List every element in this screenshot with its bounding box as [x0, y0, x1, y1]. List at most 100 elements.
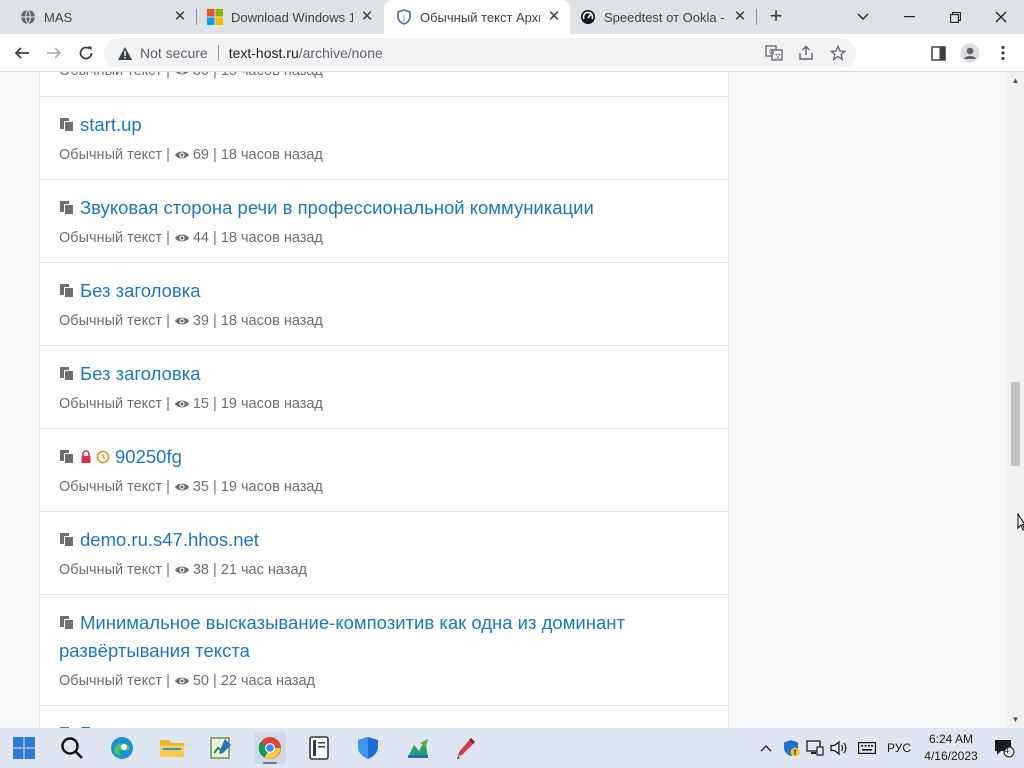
translate-icon[interactable]: G文 [764, 43, 784, 63]
paste-age: 18 часов назад [220, 230, 323, 246]
paste-age: 18 часов назад [220, 313, 323, 329]
folder-icon [160, 740, 184, 757]
eye-icon [174, 151, 189, 159]
restore-button[interactable] [932, 0, 978, 34]
network-icon [806, 740, 824, 756]
tab-divider [756, 9, 757, 25]
scroll-down-arrow-icon[interactable]: ▼ [1011, 715, 1020, 724]
bookmark-star-icon[interactable] [828, 43, 848, 63]
taskbar-file-explorer[interactable] [156, 732, 188, 764]
chrome-icon [258, 737, 281, 759]
paste-title-link[interactable]: 90250fg [115, 443, 709, 471]
tray-keyboard[interactable] [856, 728, 878, 768]
browser-toolbar: Not secure text-host.ru/archive/none G文 [0, 34, 1024, 72]
notepad-chart-icon [210, 737, 231, 759]
document-copy-icon [60, 118, 74, 132]
reload-icon [79, 46, 93, 60]
taskbar-notepad-app[interactable] [205, 732, 237, 764]
paste-age: 22 часа назад [220, 673, 316, 689]
back-button[interactable] [9, 40, 35, 66]
paste-title-link[interactable]: start.up [80, 111, 709, 139]
tab-title: Speedtest от Ookla - П [604, 9, 726, 25]
pen-icon [457, 738, 475, 759]
book-reader-icon [309, 736, 329, 760]
windows-logo-icon [207, 9, 223, 25]
close-window-button[interactable] [978, 0, 1024, 34]
search-button[interactable] [56, 732, 88, 764]
tab-mas[interactable]: MAS ✕ [0, 0, 196, 34]
eye-icon [174, 234, 189, 242]
paste-title-link[interactable]: Без заголовка [80, 720, 709, 728]
paste-age: 19 часов назад [220, 396, 323, 412]
vertical-scrollbar[interactable]: ▲ ▼ [1007, 72, 1024, 728]
taskbar-chrome[interactable] [254, 732, 286, 764]
menu-button[interactable] [990, 40, 1016, 66]
warning-icon[interactable] [116, 44, 134, 62]
paste-title-link[interactable]: Без заголовка [80, 360, 709, 388]
tab-speedtest[interactable]: Speedtest от Ookla - П ✕ [570, 0, 756, 34]
url-text[interactable]: text-host.ru/archive/none [229, 45, 383, 61]
tray-volume[interactable] [828, 728, 850, 768]
taskbar-drawing-app[interactable] [450, 732, 482, 764]
close-tab-icon[interactable]: ✕ [546, 9, 562, 25]
input-language-indicator[interactable]: РУС [884, 728, 914, 768]
share-icon[interactable] [796, 43, 816, 63]
minimize-icon [903, 16, 915, 18]
paste-age: 19 часов назад [220, 479, 323, 495]
side-panel-button[interactable] [925, 40, 951, 66]
document-copy-icon [60, 367, 74, 381]
close-tab-icon[interactable]: ✕ [732, 9, 748, 25]
taskbar-edge[interactable] [106, 732, 138, 764]
tab-archive[interactable]: J Обычный текст Архив ✕ [384, 0, 570, 34]
security-label[interactable]: Not secure [140, 45, 208, 61]
side-panel-icon [930, 45, 946, 61]
paste-meta: Обычный текст | 15 | 19 часов назад [59, 396, 323, 412]
profile-button[interactable] [957, 40, 983, 66]
tab-strip: MAS ✕ Download Windows 10 ✕ J Обычный те… [0, 0, 1024, 34]
eye-icon [174, 566, 189, 574]
tray-security-status[interactable] [780, 728, 802, 768]
paste-title-link[interactable]: Без заголовка [80, 277, 709, 305]
taskbar-clock[interactable]: 6:24 AM 4/16/2023 [918, 731, 984, 765]
tab-title: Download Windows 10 [231, 9, 353, 25]
list-item: Без заголовка [40, 706, 728, 728]
paste-title-link[interactable]: Звуковая сторона речи в профессиональной… [80, 194, 709, 222]
close-tab-icon[interactable]: ✕ [172, 9, 188, 25]
page-viewport: Обычный текст | 30 | 15 часов назад star… [0, 72, 1024, 728]
list-item: demo.ru.s47.hhos.net Обычный текст | 38 … [40, 512, 728, 595]
taskbar-reader-app[interactable] [303, 732, 335, 764]
paste-title-link[interactable]: Минимальное высказывание-композитив как … [59, 609, 709, 665]
notification-center-button[interactable]: 4 [990, 728, 1018, 768]
view-count: 38 [192, 562, 209, 578]
address-bar[interactable]: Not secure text-host.ru/archive/none G文 [104, 38, 856, 68]
arrow-left-icon [14, 47, 29, 59]
tray-network[interactable] [804, 728, 826, 768]
scrollbar-thumb[interactable] [1011, 382, 1020, 466]
new-tab-button[interactable]: + [764, 5, 788, 29]
show-hidden-icons-button[interactable] [756, 728, 776, 768]
eye-icon [174, 483, 189, 491]
taskbar-security-app[interactable] [352, 732, 384, 764]
chevron-down-icon [857, 13, 869, 20]
scroll-up-arrow-icon[interactable]: ▲ [1011, 76, 1020, 85]
forward-button[interactable] [41, 40, 67, 66]
tab-search-button[interactable] [840, 0, 886, 34]
reload-button[interactable] [73, 40, 99, 66]
eye-icon [175, 72, 189, 75]
clock-icon [96, 450, 110, 464]
list-item: Без заголовка Обычный текст | 15 | 19 ча… [40, 346, 728, 429]
paste-age: 15 часов назад [221, 72, 323, 81]
close-tab-icon[interactable]: ✕ [359, 9, 375, 25]
paste-title-link[interactable]: demo.ru.s47.hhos.net [80, 526, 709, 554]
view-count: 15 [192, 396, 209, 412]
arrow-right-icon [47, 47, 62, 59]
avatar-icon [960, 43, 980, 63]
minimize-button[interactable] [886, 0, 932, 34]
start-button[interactable] [8, 732, 40, 764]
tab-download-windows[interactable]: Download Windows 10 ✕ [187, 0, 383, 34]
eye-icon [174, 400, 189, 408]
shield-warning-icon [784, 740, 800, 757]
windows-start-icon [13, 737, 35, 759]
paste-type: Обычный текст [59, 72, 162, 81]
taskbar-chart-app[interactable] [402, 732, 434, 764]
